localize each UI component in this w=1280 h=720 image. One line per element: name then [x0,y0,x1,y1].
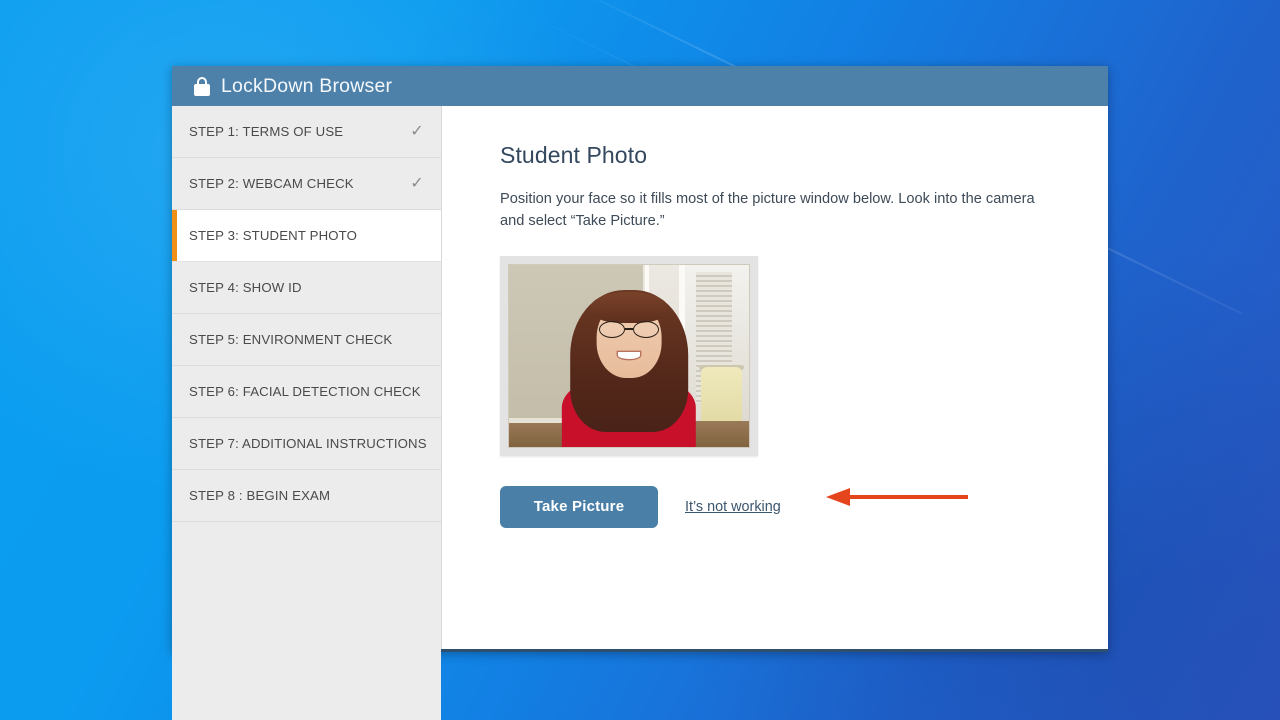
photo-frame [500,255,758,456]
instructions-text: Position your face so it fills most of t… [500,191,1035,229]
sidebar-item-step-1[interactable]: STEP 1: TERMS OF USE ✓ [172,106,441,158]
actions-row: Take Picture It’s not working [500,485,1068,528]
checkmark-icon: ✓ [410,122,424,140]
sidebar-item-step-8[interactable]: STEP 8 : BEGIN EXAM [172,470,441,522]
sidebar-item-step-7[interactable]: STEP 7: ADDITIONAL INSTRUCTIONS [172,418,441,470]
sidebar-item-step-2[interactable]: STEP 2: WEBCAM CHECK ✓ [172,158,441,210]
sidebar-empty-area [172,522,441,720]
main-content: Student Photo Position your face so it f… [442,106,1108,649]
sidebar-item-step-3[interactable]: STEP 3: STUDENT PHOTO [172,210,441,262]
sidebar-item-label: STEP 5: ENVIRONMENT CHECK [189,332,393,347]
take-picture-button[interactable]: Take Picture [500,485,658,528]
sidebar-item-label: STEP 6: FACIAL DETECTION CHECK [189,384,421,399]
checkmark-icon: ✓ [410,174,424,192]
lockdown-browser-window: LockDown Browser STEP 1: TERMS OF USE ✓ … [172,66,1108,720]
app-title: LockDown Browser [221,74,393,97]
desktop-wallpaper: LockDown Browser STEP 1: TERMS OF USE ✓ … [0,0,1280,720]
sidebar-item-step-4[interactable]: STEP 4: SHOW ID [172,262,441,314]
lock-icon [194,76,210,96]
sidebar-item-label: STEP 7: ADDITIONAL INSTRUCTIONS [189,436,427,451]
sidebar-item-label: STEP 2: WEBCAM CHECK [189,176,354,191]
page-title: Student Photo [500,142,648,168]
sidebar-item-label: STEP 8 : BEGIN EXAM [189,488,331,503]
sidebar-item-step-6[interactable]: STEP 6: FACIAL DETECTION CHECK [172,366,441,418]
sidebar-item-step-5[interactable]: STEP 5: ENVIRONMENT CHECK [172,314,441,366]
sidebar-item-label: STEP 1: TERMS OF USE [189,124,344,139]
its-not-working-link[interactable]: It’s not working [685,499,781,515]
webcam-preview [508,263,750,448]
sidebar-item-label: STEP 4: SHOW ID [189,280,302,295]
sidebar-item-label: STEP 3: STUDENT PHOTO [189,228,358,243]
window-body: STEP 1: TERMS OF USE ✓ STEP 2: WEBCAM CH… [172,106,1108,720]
window-title-bar: LockDown Browser [172,66,1108,106]
steps-sidebar: STEP 1: TERMS OF USE ✓ STEP 2: WEBCAM CH… [172,106,442,720]
